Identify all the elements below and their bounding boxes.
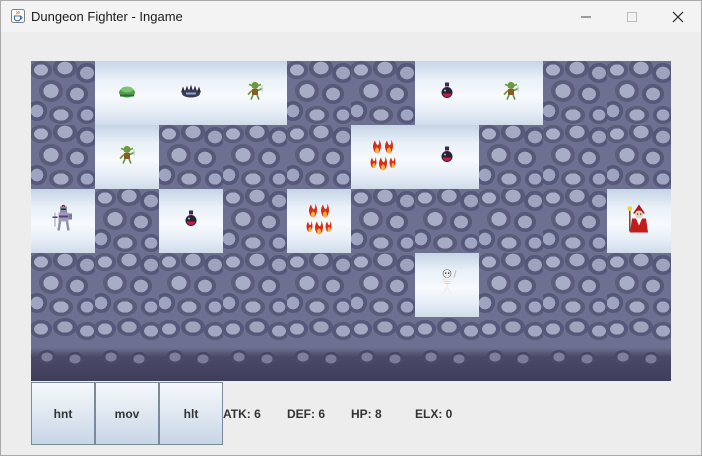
- tile-floor[interactable]: [159, 61, 223, 125]
- tile-wall[interactable]: [287, 253, 351, 317]
- tile-bottom[interactable]: [543, 317, 607, 381]
- tile-wall[interactable]: [223, 125, 287, 189]
- fire-icon: [305, 203, 333, 240]
- maximize-button[interactable]: [609, 1, 655, 32]
- tile-wall[interactable]: [95, 253, 159, 317]
- stat-elixir: ELX: 0: [415, 407, 453, 421]
- tile-wall[interactable]: [543, 189, 607, 253]
- tile-floor[interactable]: [159, 189, 223, 253]
- tile-wall[interactable]: [351, 253, 415, 317]
- game-board: [31, 61, 671, 381]
- minimize-button[interactable]: [563, 1, 609, 32]
- move-button[interactable]: mov: [95, 382, 159, 445]
- action-buttons: hnt mov hlt: [31, 382, 223, 445]
- tile-floor[interactable]: [415, 253, 479, 317]
- tile-bottom[interactable]: [31, 317, 95, 381]
- tile-bottom[interactable]: [607, 317, 671, 381]
- close-icon: [672, 11, 684, 22]
- fire-icon: [369, 139, 397, 176]
- tile-wall[interactable]: [607, 61, 671, 125]
- tile-wall[interactable]: [95, 189, 159, 253]
- goblin-icon: [246, 81, 264, 106]
- tile-floor[interactable]: [223, 61, 287, 125]
- tile-wall[interactable]: [31, 61, 95, 125]
- tile-wall[interactable]: [543, 61, 607, 125]
- title-bar: Dungeon Fighter - Ingame: [1, 1, 701, 32]
- tile-wall[interactable]: [543, 253, 607, 317]
- heal-button[interactable]: hlt: [159, 382, 223, 445]
- tile-wall[interactable]: [159, 125, 223, 189]
- tile-bottom[interactable]: [159, 317, 223, 381]
- tile-wall[interactable]: [607, 125, 671, 189]
- knight-icon: [52, 204, 74, 238]
- tile-floor[interactable]: [287, 189, 351, 253]
- tile-wall[interactable]: [287, 61, 351, 125]
- slime-icon: [117, 84, 137, 103]
- potion-icon: [184, 210, 198, 233]
- tile-floor[interactable]: [95, 61, 159, 125]
- tile-bottom[interactable]: [287, 317, 351, 381]
- tile-bottom[interactable]: [351, 317, 415, 381]
- tile-floor[interactable]: [351, 125, 415, 189]
- goblin-icon: [118, 145, 136, 170]
- tile-wall[interactable]: [351, 61, 415, 125]
- tile-wall[interactable]: [479, 253, 543, 317]
- red-wizard-icon: [627, 204, 651, 239]
- hint-button[interactable]: hnt: [31, 382, 95, 445]
- tile-floor[interactable]: [31, 189, 95, 253]
- stat-defense: DEF: 6: [287, 407, 326, 421]
- tile-floor[interactable]: [607, 189, 671, 253]
- tile-wall[interactable]: [31, 125, 95, 189]
- minimize-icon: [581, 16, 591, 17]
- tile-bottom[interactable]: [95, 317, 159, 381]
- potion-icon: [440, 82, 454, 105]
- tile-wall[interactable]: [415, 189, 479, 253]
- tile-wall[interactable]: [159, 253, 223, 317]
- tile-floor[interactable]: [479, 61, 543, 125]
- tile-wall[interactable]: [543, 125, 607, 189]
- app-window: Dungeon Fighter - Ingame hnt mov hlt ATK…: [0, 0, 702, 456]
- potion-icon: [440, 146, 454, 169]
- java-cup-icon: [11, 9, 25, 23]
- tile-wall[interactable]: [351, 189, 415, 253]
- tile-wall[interactable]: [479, 189, 543, 253]
- stat-health: HP: 8: [351, 407, 382, 421]
- tile-floor[interactable]: [415, 61, 479, 125]
- tile-floor[interactable]: [415, 125, 479, 189]
- tile-floor[interactable]: [95, 125, 159, 189]
- tile-bottom[interactable]: [223, 317, 287, 381]
- tile-wall[interactable]: [607, 253, 671, 317]
- skeleton-icon: [436, 269, 458, 302]
- stat-attack: ATK: 6: [223, 407, 261, 421]
- maximize-icon: [627, 11, 637, 22]
- tile-wall[interactable]: [223, 253, 287, 317]
- goblin-icon: [502, 81, 520, 106]
- tile-bottom[interactable]: [415, 317, 479, 381]
- close-button[interactable]: [655, 1, 701, 32]
- tile-bottom[interactable]: [479, 317, 543, 381]
- tile-wall[interactable]: [287, 125, 351, 189]
- window-title: Dungeon Fighter - Ingame: [31, 9, 183, 24]
- spiked-shell-icon: [179, 83, 203, 104]
- tile-wall[interactable]: [479, 125, 543, 189]
- tile-wall[interactable]: [223, 189, 287, 253]
- tile-wall[interactable]: [31, 253, 95, 317]
